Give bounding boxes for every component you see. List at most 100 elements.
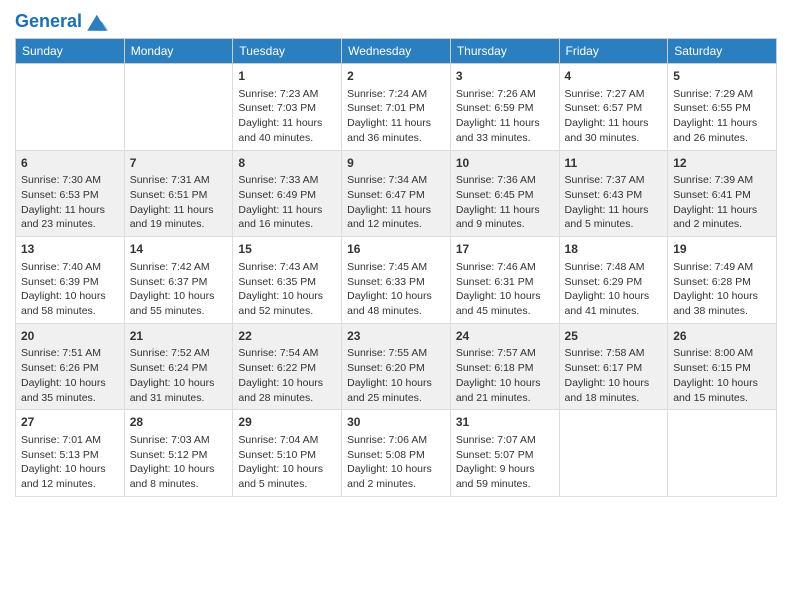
daylight-text: Daylight: 11 hours and 9 minutes. <box>456 203 554 232</box>
day-number: 29 <box>238 414 336 431</box>
logo-icon <box>84 10 108 34</box>
sunset-text: Sunset: 5:12 PM <box>130 448 228 463</box>
calendar-table: SundayMondayTuesdayWednesdayThursdayFrid… <box>15 38 777 497</box>
day-number: 14 <box>130 241 228 258</box>
sunset-text: Sunset: 7:03 PM <box>238 101 336 116</box>
calendar-cell: 27Sunrise: 7:01 AMSunset: 5:13 PMDayligh… <box>16 410 125 497</box>
header: General <box>15 10 777 30</box>
calendar-cell: 17Sunrise: 7:46 AMSunset: 6:31 PMDayligh… <box>450 237 559 324</box>
calendar-cell <box>124 64 233 151</box>
calendar-week-4: 20Sunrise: 7:51 AMSunset: 6:26 PMDayligh… <box>16 323 777 410</box>
sunrise-text: Sunrise: 7:36 AM <box>456 173 554 188</box>
calendar-cell: 29Sunrise: 7:04 AMSunset: 5:10 PMDayligh… <box>233 410 342 497</box>
sunset-text: Sunset: 6:33 PM <box>347 275 445 290</box>
calendar-cell: 31Sunrise: 7:07 AMSunset: 5:07 PMDayligh… <box>450 410 559 497</box>
daylight-text: Daylight: 11 hours and 33 minutes. <box>456 116 554 145</box>
daylight-text: Daylight: 10 hours and 28 minutes. <box>238 376 336 405</box>
sunset-text: Sunset: 6:41 PM <box>673 188 771 203</box>
calendar-week-1: 1 Sunrise: 7:23 AMSunset: 7:03 PM Daylight… <box>16 64 777 151</box>
calendar-week-5: 27Sunrise: 7:01 AMSunset: 5:13 PMDayligh… <box>16 410 777 497</box>
sunset-text: Sunset: 6:15 PM <box>673 361 771 376</box>
calendar-cell: 25Sunrise: 7:58 AMSunset: 6:17 PMDayligh… <box>559 323 668 410</box>
calendar-header-sunday: Sunday <box>16 39 125 64</box>
daylight-text: Daylight: 11 hours and 2 minutes. <box>673 203 771 232</box>
sunrise-text: Sunrise: 7:24 AM <box>347 87 445 102</box>
sunset-text: Sunset: 6:31 PM <box>456 275 554 290</box>
sunrise-text: Sunrise: 7:27 AM <box>565 87 663 102</box>
calendar-cell: 24Sunrise: 7:57 AMSunset: 6:18 PMDayligh… <box>450 323 559 410</box>
daylight-text: Daylight: 10 hours and 52 minutes. <box>238 289 336 318</box>
calendar-header-thursday: Thursday <box>450 39 559 64</box>
daylight-text: Daylight: 10 hours and 41 minutes. <box>565 289 663 318</box>
calendar-week-2: 6Sunrise: 7:30 AMSunset: 6:53 PMDaylight… <box>16 150 777 237</box>
sunrise-text: Sunrise: 7:34 AM <box>347 173 445 188</box>
sunset-text: Sunset: 5:13 PM <box>21 448 119 463</box>
calendar-cell: 28Sunrise: 7:03 AMSunset: 5:12 PMDayligh… <box>124 410 233 497</box>
logo-text: General <box>15 12 82 32</box>
day-number: 26 <box>673 328 771 345</box>
sunset-text: Sunset: 6:55 PM <box>673 101 771 116</box>
sunrise-text: Sunrise: 7:04 AM <box>238 433 336 448</box>
day-number: 23 <box>347 328 445 345</box>
sunrise-text: Sunrise: 7:43 AM <box>238 260 336 275</box>
daylight-text: Daylight: 10 hours and 12 minutes. <box>21 462 119 491</box>
calendar-cell: 3Sunrise: 7:26 AMSunset: 6:59 PMDaylight… <box>450 64 559 151</box>
day-number: 1 <box>238 68 336 85</box>
calendar-cell: 14Sunrise: 7:42 AMSunset: 6:37 PMDayligh… <box>124 237 233 324</box>
sunrise-text: Sunrise: 7:01 AM <box>21 433 119 448</box>
calendar-cell <box>16 64 125 151</box>
calendar-header-row: SundayMondayTuesdayWednesdayThursdayFrid… <box>16 39 777 64</box>
sunset-text: Sunset: 6:47 PM <box>347 188 445 203</box>
daylight-text: Daylight: 10 hours and 35 minutes. <box>21 376 119 405</box>
calendar-cell: 21Sunrise: 7:52 AMSunset: 6:24 PMDayligh… <box>124 323 233 410</box>
day-number: 4 <box>565 68 663 85</box>
day-number: 10 <box>456 155 554 172</box>
sunrise-text: Sunrise: 7:57 AM <box>456 346 554 361</box>
sunset-text: Sunset: 6:45 PM <box>456 188 554 203</box>
sunset-text: Sunset: 6:43 PM <box>565 188 663 203</box>
daylight-text: Daylight: 9 hours and 59 minutes. <box>456 462 554 491</box>
sunrise-text: Sunrise: 7:48 AM <box>565 260 663 275</box>
sunset-text: Sunset: 6:35 PM <box>238 275 336 290</box>
calendar-cell: 4Sunrise: 7:27 AMSunset: 6:57 PMDaylight… <box>559 64 668 151</box>
day-number: 25 <box>565 328 663 345</box>
daylight-text: Daylight: 11 hours and 19 minutes. <box>130 203 228 232</box>
sunrise-text: Sunrise: 7:31 AM <box>130 173 228 188</box>
sunset-text: Sunset: 6:29 PM <box>565 275 663 290</box>
calendar-cell: 15 Sunrise: 7:43 AMSunset: 6:35 PMDayligh… <box>233 237 342 324</box>
sunset-text: Sunset: 6:59 PM <box>456 101 554 116</box>
day-number: 18 <box>565 241 663 258</box>
calendar-cell: 22Sunrise: 7:54 AMSunset: 6:22 PMDayligh… <box>233 323 342 410</box>
sunrise-text: Sunrise: 7:54 AM <box>238 346 336 361</box>
calendar-cell: 23Sunrise: 7:55 AMSunset: 6:20 PMDayligh… <box>342 323 451 410</box>
day-number: 7 <box>130 155 228 172</box>
sunset-text: Sunset: 6:17 PM <box>565 361 663 376</box>
daylight-text: Daylight: 11 hours and 26 minutes. <box>673 116 771 145</box>
daylight-text: Daylight: 10 hours and 45 minutes. <box>456 289 554 318</box>
sunset-text: Sunset: 5:08 PM <box>347 448 445 463</box>
sunrise-text: Sunrise: 7:40 AM <box>21 260 119 275</box>
sunset-text: Sunset: 6:39 PM <box>21 275 119 290</box>
sunset-text: Sunset: 6:49 PM <box>238 188 336 203</box>
sunset-text: Sunset: 6:24 PM <box>130 361 228 376</box>
day-number: 31 <box>456 414 554 431</box>
daylight-text: Daylight: 11 hours and 16 minutes. <box>238 203 336 232</box>
daylight-text: Daylight: 10 hours and 58 minutes. <box>21 289 119 318</box>
day-number: 2 <box>347 68 445 85</box>
calendar-cell: 8Sunrise: 7:33 AMSunset: 6:49 PMDaylight… <box>233 150 342 237</box>
day-number: 13 <box>21 241 119 258</box>
sunset-text: Sunset: 6:26 PM <box>21 361 119 376</box>
day-number: 20 <box>21 328 119 345</box>
calendar-cell: 10Sunrise: 7:36 AMSunset: 6:45 PMDayligh… <box>450 150 559 237</box>
daylight-text: Daylight: 10 hours and 15 minutes. <box>673 376 771 405</box>
daylight-text: Daylight: 10 hours and 5 minutes. <box>238 462 336 491</box>
calendar-cell: 11Sunrise: 7:37 AMSunset: 6:43 PMDayligh… <box>559 150 668 237</box>
day-number: 15 <box>238 241 336 258</box>
sunrise-text: Sunrise: 7:23 AM <box>238 87 336 102</box>
sunrise-text: Sunrise: 7:33 AM <box>238 173 336 188</box>
day-number: 16 <box>347 241 445 258</box>
sunrise-text: Sunrise: 8:00 AM <box>673 346 771 361</box>
calendar-cell: 2Sunrise: 7:24 AMSunset: 7:01 PMDaylight… <box>342 64 451 151</box>
day-number: 30 <box>347 414 445 431</box>
sunrise-text: Sunrise: 7:58 AM <box>565 346 663 361</box>
